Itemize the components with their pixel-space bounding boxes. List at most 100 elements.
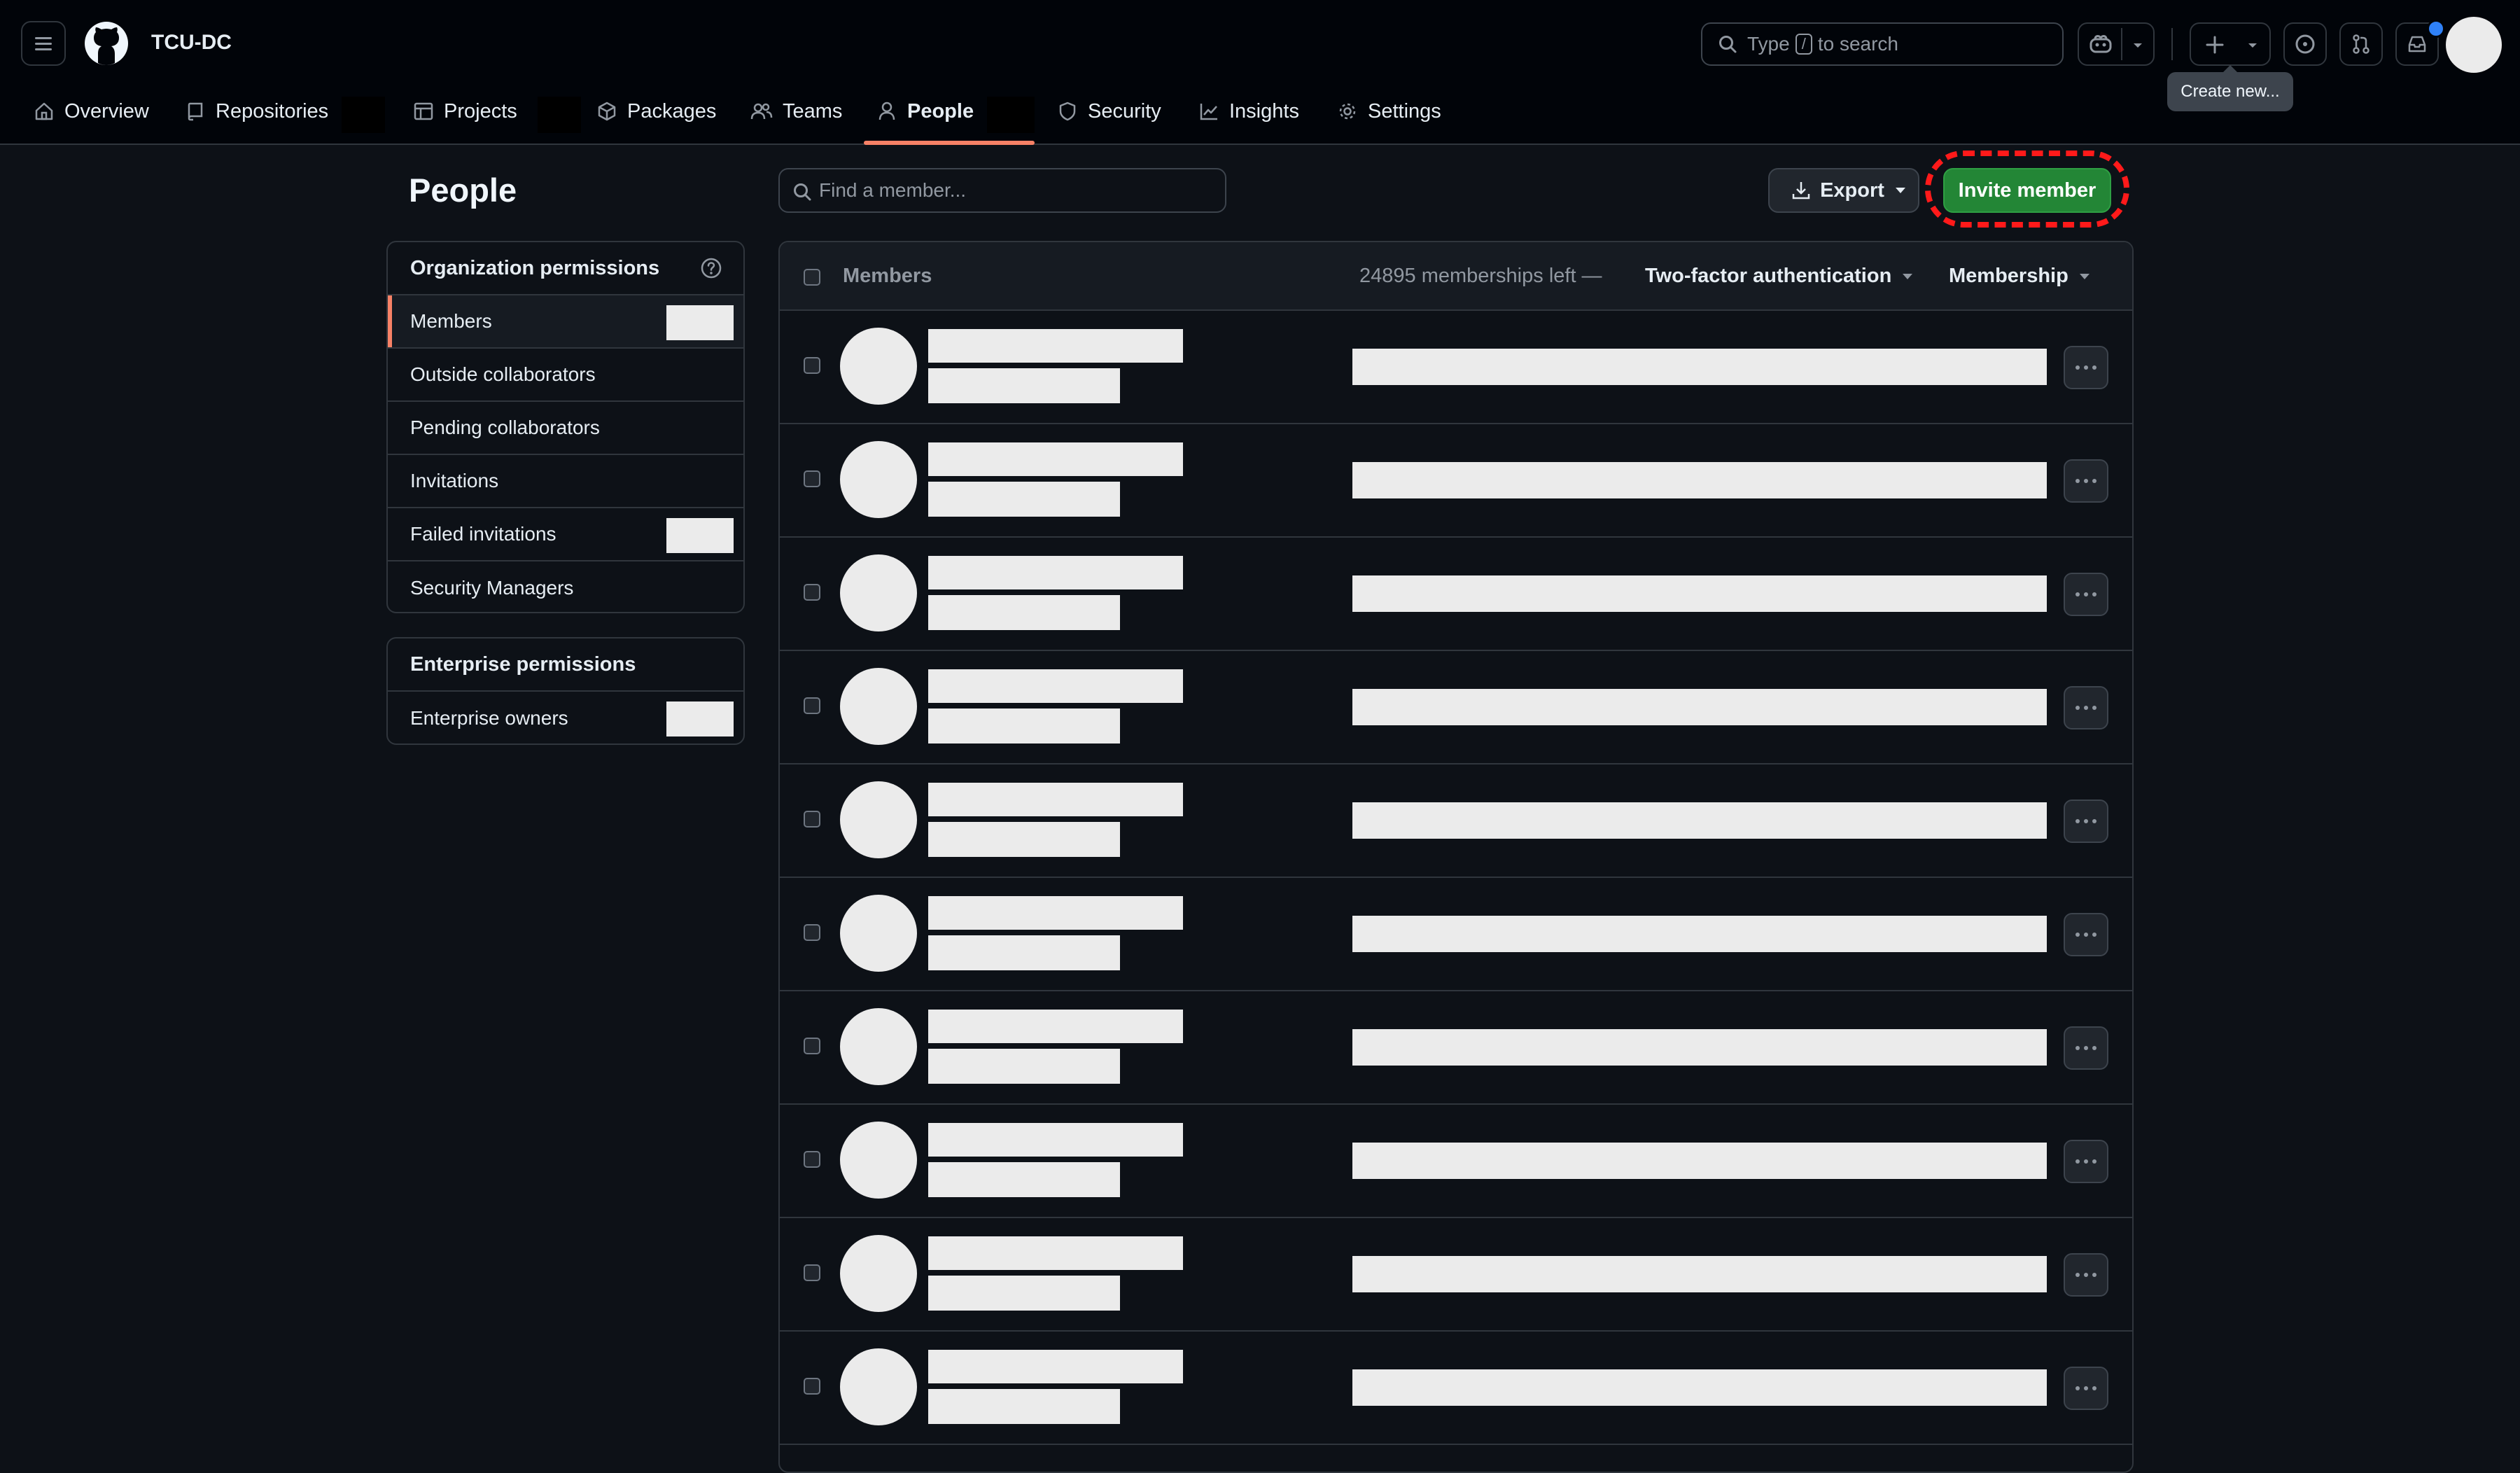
row-checkbox[interactable] — [804, 470, 820, 487]
tab-label: Insights — [1229, 99, 1299, 123]
tab-overview[interactable]: Overview — [34, 95, 149, 127]
create-new-button[interactable] — [2190, 22, 2271, 66]
sidebar-item-pending-collaborators[interactable]: Pending collaborators — [388, 402, 743, 455]
sidebar-item-enterprise-owners[interactable]: Enterprise owners — [388, 692, 743, 744]
table-row[interactable] — [780, 424, 2132, 538]
row-checkbox[interactable] — [804, 924, 820, 941]
avatar[interactable] — [840, 441, 917, 518]
redacted-member-name[interactable] — [928, 556, 1183, 589]
active-tab-indicator — [864, 141, 1035, 145]
table-row[interactable] — [780, 538, 2132, 651]
avatar[interactable] — [840, 1348, 917, 1425]
redacted-member-details — [1352, 802, 2047, 839]
row-actions-button[interactable] — [2064, 346, 2108, 389]
tab-label: Packages — [627, 99, 717, 123]
tab-insights[interactable]: Insights — [1198, 95, 1299, 127]
avatar[interactable] — [840, 1235, 917, 1312]
panel-heading: Organization permissions — [388, 242, 743, 295]
global-search-input[interactable]: Type / to search — [1701, 22, 2064, 66]
redacted-member-name[interactable] — [928, 896, 1183, 930]
table-row[interactable] — [780, 311, 2132, 424]
row-checkbox[interactable] — [804, 811, 820, 828]
github-logo-icon[interactable] — [84, 21, 129, 66]
row-actions-button[interactable] — [2064, 1026, 2108, 1070]
membership-filter[interactable]: Membership — [1949, 265, 2090, 288]
row-actions-button[interactable] — [2064, 913, 2108, 956]
row-checkbox[interactable] — [804, 1378, 820, 1395]
row-checkbox[interactable] — [804, 1151, 820, 1168]
tab-settings[interactable]: Settings — [1337, 95, 1441, 127]
avatar[interactable] — [840, 1008, 917, 1085]
redacted-member-username — [928, 822, 1120, 857]
menu-button[interactable] — [21, 21, 66, 66]
row-actions-button[interactable] — [2064, 1367, 2108, 1410]
redacted-member-username — [928, 595, 1120, 630]
org-name[interactable]: TCU-DC — [151, 31, 232, 55]
tab-people[interactable]: People — [876, 95, 974, 127]
table-row[interactable] — [780, 1332, 2132, 1445]
tab-label: Overview — [64, 99, 149, 123]
redacted-member-name[interactable] — [928, 1123, 1183, 1157]
tab-label: Security — [1088, 99, 1161, 123]
question-icon[interactable] — [700, 257, 722, 279]
row-checkbox[interactable] — [804, 1264, 820, 1281]
avatar[interactable] — [840, 1122, 917, 1199]
redacted-member-name[interactable] — [928, 783, 1183, 816]
members-rows — [780, 311, 2132, 1445]
sidebar-item-invitations[interactable]: Invitations — [388, 455, 743, 508]
table-row[interactable] — [780, 765, 2132, 878]
pull-requests-button[interactable] — [2339, 22, 2383, 66]
row-checkbox[interactable] — [804, 357, 820, 374]
row-actions-button[interactable] — [2064, 800, 2108, 843]
row-actions-button[interactable] — [2064, 1253, 2108, 1297]
copilot-button[interactable] — [2078, 22, 2155, 66]
row-checkbox[interactable] — [804, 1038, 820, 1054]
create-new-tooltip: Create new... — [2167, 65, 2293, 111]
sidebar-item-failed-invitations[interactable]: Failed invitations — [388, 508, 743, 561]
user-avatar[interactable] — [2446, 17, 2502, 73]
export-button[interactable]: Export — [1768, 168, 1919, 213]
notification-dot — [2427, 20, 2445, 38]
tab-security[interactable]: Security — [1057, 95, 1161, 127]
redacted-member-name[interactable] — [928, 669, 1183, 703]
sidebar-item-security-managers[interactable]: Security Managers — [388, 561, 743, 612]
redacted-count — [987, 97, 1035, 133]
select-all-checkbox[interactable] — [804, 269, 820, 286]
table-row[interactable] — [780, 1218, 2132, 1332]
redacted-member-details — [1352, 916, 2047, 952]
sidebar-item-members[interactable]: Members — [388, 295, 743, 349]
avatar[interactable] — [840, 895, 917, 972]
row-checkbox[interactable] — [804, 697, 820, 714]
redacted-count — [666, 305, 734, 340]
table-row[interactable] — [780, 651, 2132, 765]
tab-projects[interactable]: Projects — [413, 95, 517, 127]
issues-button[interactable] — [2283, 22, 2327, 66]
avatar[interactable] — [840, 781, 917, 858]
row-checkbox[interactable] — [804, 584, 820, 601]
avatar[interactable] — [840, 554, 917, 631]
org-permissions-panel: Organization permissions Members Outside… — [386, 241, 745, 613]
redacted-member-name[interactable] — [928, 1010, 1183, 1043]
table-row[interactable] — [780, 1105, 2132, 1218]
avatar[interactable] — [840, 328, 917, 405]
row-actions-button[interactable] — [2064, 459, 2108, 503]
table-row[interactable] — [780, 878, 2132, 991]
tab-packages[interactable]: Packages — [596, 95, 716, 127]
two-factor-filter[interactable]: Two-factor authentication — [1645, 265, 1913, 288]
row-actions-button[interactable] — [2064, 573, 2108, 616]
tab-repositories[interactable]: Repositories — [185, 95, 328, 127]
row-actions-button[interactable] — [2064, 1140, 2108, 1183]
avatar[interactable] — [840, 668, 917, 745]
sidebar-item-outside-collaborators[interactable]: Outside collaborators — [388, 349, 743, 402]
row-actions-button[interactable] — [2064, 686, 2108, 729]
tab-teams[interactable]: Teams — [750, 95, 842, 127]
table-row[interactable] — [780, 991, 2132, 1105]
table-icon — [413, 101, 444, 122]
redacted-member-details — [1352, 462, 2047, 498]
redacted-member-name[interactable] — [928, 442, 1183, 476]
redacted-member-name[interactable] — [928, 1350, 1183, 1383]
filter-label: Membership — [1949, 265, 2068, 287]
find-member-input[interactable]: Find a member... — [778, 168, 1226, 213]
redacted-member-name[interactable] — [928, 329, 1183, 363]
redacted-member-name[interactable] — [928, 1236, 1183, 1270]
